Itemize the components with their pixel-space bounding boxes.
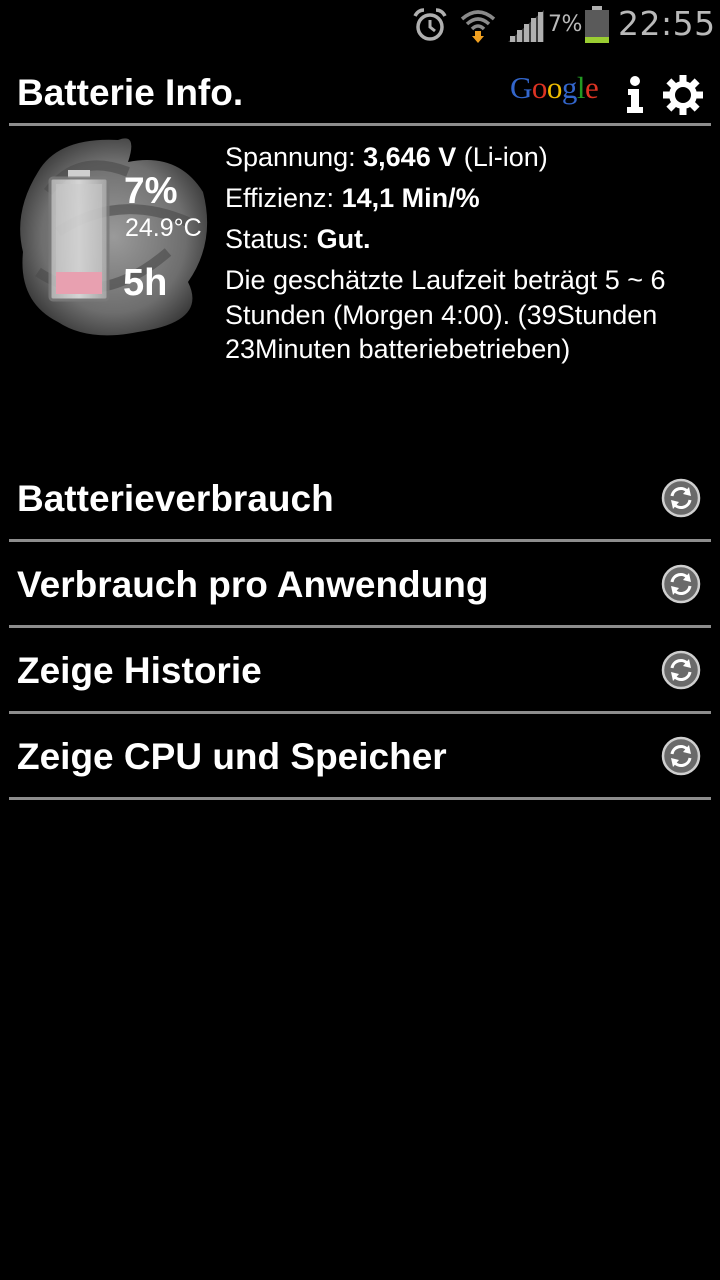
voltage-line: Spannung: 3,646 V (Li-ion) — [225, 142, 548, 173]
menu-item-label: Zeige Historie — [17, 650, 262, 691]
wifi-icon — [460, 10, 496, 43]
battery-temperature: 24.9°C — [125, 214, 202, 242]
runtime-estimate: Die geschätzte Laufzeit beträgt 5 ~ 6 St… — [225, 265, 666, 364]
google-logo-letter: g — [561, 70, 578, 105]
battery-icon — [585, 6, 609, 43]
google-logo-letter: e — [585, 70, 599, 105]
page-title: Batterie Info. — [17, 72, 244, 113]
voltage-label: Spannung: — [225, 142, 356, 172]
menu-item-verbrauch-pro-anwendung[interactable]: Verbrauch pro Anwendung — [9, 542, 711, 628]
refresh-icon[interactable] — [661, 650, 701, 690]
voltage-value: 3,646 V — [363, 142, 457, 172]
refresh-icon[interactable] — [661, 736, 701, 776]
status-time: 22:55 — [618, 4, 716, 43]
efficiency-value: 14,1 Min/% — [341, 183, 480, 213]
refresh-icon[interactable] — [661, 564, 701, 604]
gear-icon[interactable] — [662, 74, 704, 116]
efficiency-label: Effizienz: — [225, 183, 335, 213]
google-logo-letter: o — [546, 70, 563, 105]
status-label: Status: — [225, 224, 310, 254]
menu-item-label: Batterieverbrauch — [17, 478, 334, 519]
google-logo-letter: G — [510, 70, 532, 105]
signal-icon — [508, 10, 544, 42]
google-logo[interactable]: Google — [510, 70, 599, 106]
menu-item-zeige-cpu-und-speicher[interactable]: Zeige CPU und Speicher — [9, 714, 711, 800]
header-divider — [9, 123, 711, 126]
google-logo-letter: l — [576, 70, 586, 105]
battery-level-fill — [56, 272, 102, 294]
efficiency-line: Effizienz: 14,1 Min/% — [225, 183, 480, 214]
menu-item-batterieverbrauch[interactable]: Batterieverbrauch — [9, 456, 711, 542]
battery-percent: 7% — [124, 170, 178, 211]
menu-item-label: Verbrauch pro Anwendung — [17, 564, 489, 605]
status-bar: 7% 22:55 — [0, 0, 720, 50]
alarm-icon — [413, 8, 447, 41]
menu-item-label: Zeige CPU und Speicher — [17, 736, 447, 777]
refresh-icon[interactable] — [661, 478, 701, 518]
status-battery-percent: 7% — [548, 12, 582, 37]
menu-divider — [9, 797, 711, 800]
voltage-type: (Li-ion) — [463, 142, 548, 172]
status-line: Status: Gut. — [225, 224, 371, 255]
info-icon[interactable] — [622, 74, 648, 114]
menu-item-zeige-historie[interactable]: Zeige Historie — [9, 628, 711, 714]
battery-remaining: 5h — [123, 262, 168, 304]
status-value: Gut. — [316, 224, 371, 254]
google-logo-letter: o — [531, 70, 548, 105]
